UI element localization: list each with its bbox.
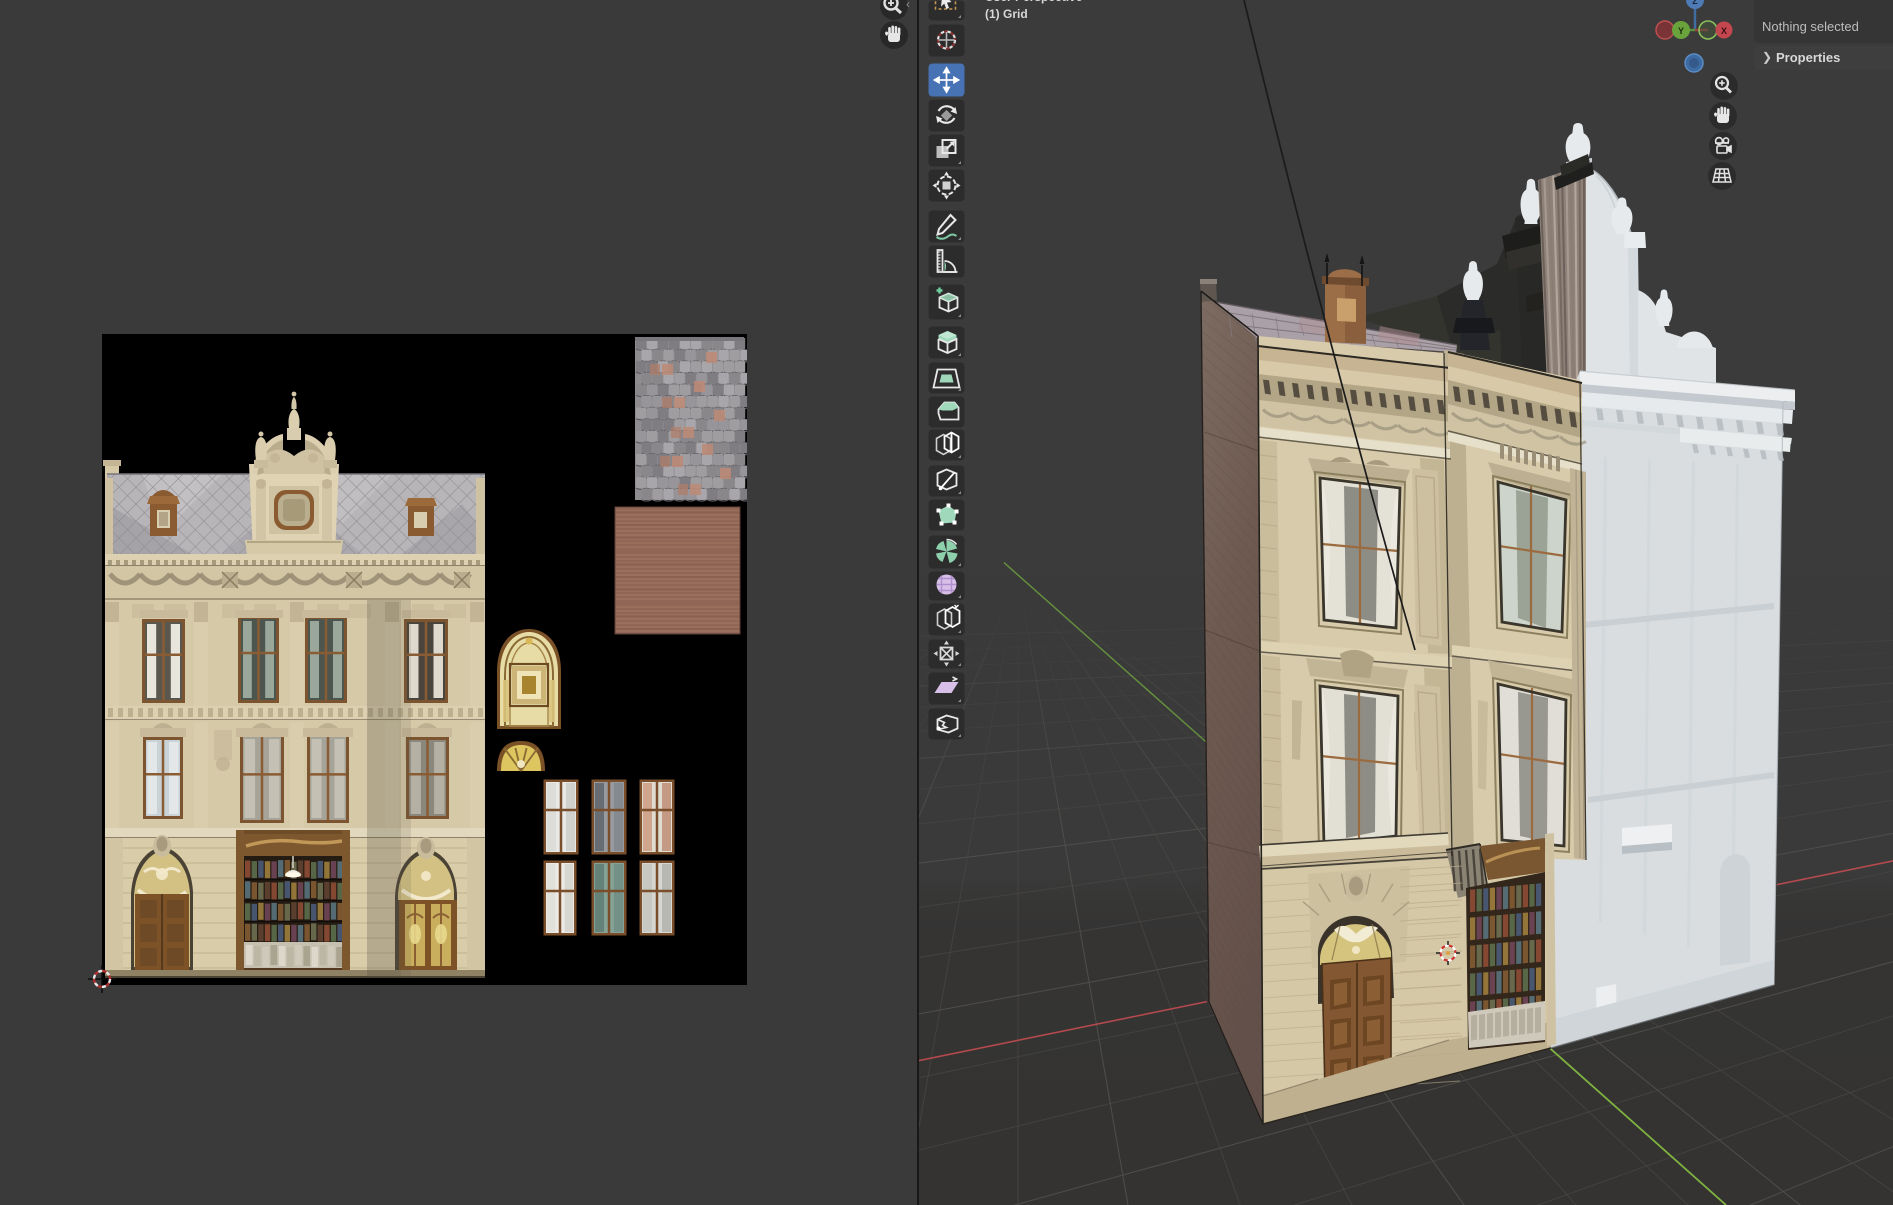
svg-text:Y: Y — [1678, 26, 1684, 36]
svg-text:Z: Z — [1692, 0, 1698, 6]
svg-text:X: X — [1721, 26, 1727, 36]
